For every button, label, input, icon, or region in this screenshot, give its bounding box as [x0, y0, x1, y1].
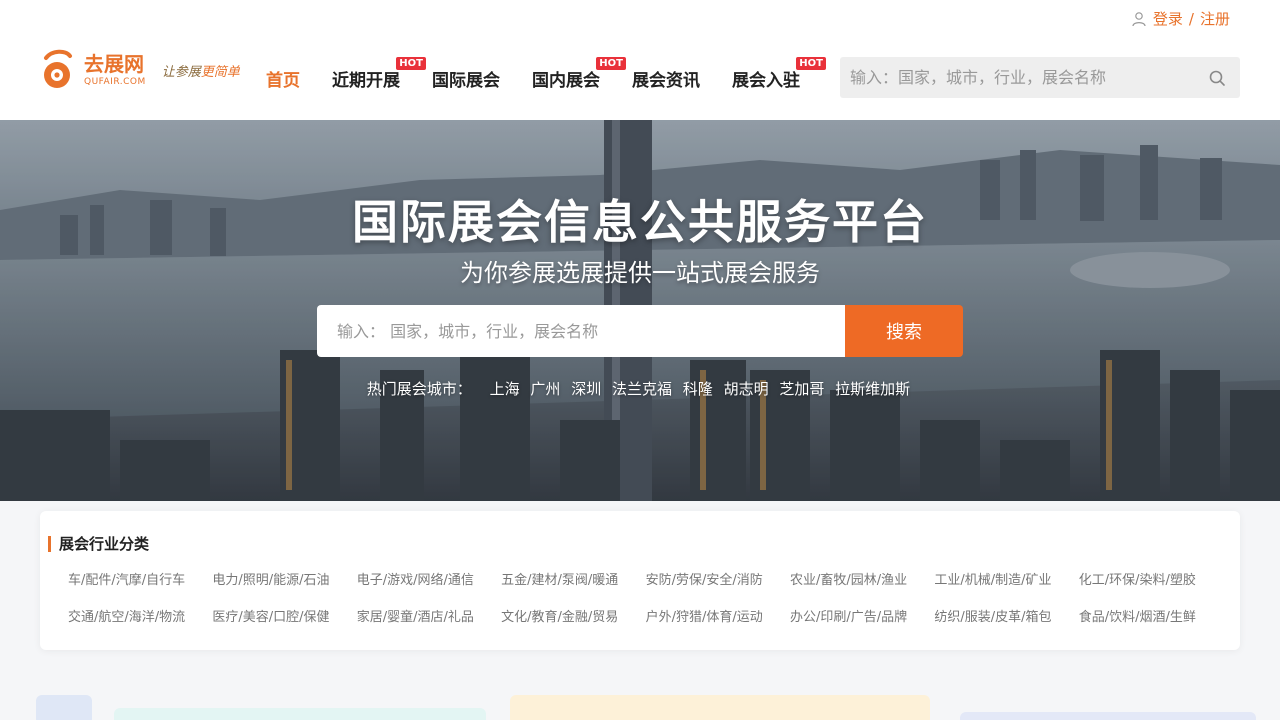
hot-city-link[interactable]: 胡志明 — [724, 380, 769, 398]
search-icon[interactable] — [1208, 69, 1226, 87]
category-link[interactable]: 纺织/服装/皮革/箱包 — [934, 606, 1078, 625]
hero-search-bar: 搜索 — [317, 305, 963, 357]
hot-badge: HOT — [796, 57, 826, 70]
nav-recent[interactable]: 近期开展 HOT — [332, 57, 426, 91]
hot-city-link[interactable]: 深圳 — [571, 380, 601, 398]
nav-home[interactable]: 首页 — [266, 66, 300, 91]
category-link[interactable]: 安防/劳保/安全/消防 — [646, 569, 790, 588]
hot-city-link[interactable]: 上海 — [490, 380, 520, 398]
nav-news[interactable]: 展会资讯 — [632, 66, 700, 91]
hot-city-link[interactable]: 科隆 — [683, 380, 713, 398]
hot-city-link[interactable]: 拉斯维加斯 — [835, 380, 910, 398]
hot-cities: 热门展会城市： 上海 广州 深圳 法兰克福 科隆 胡志明 芝加哥 拉斯维加斯 — [0, 378, 1280, 399]
category-link[interactable]: 医疗/美容/口腔/保健 — [212, 606, 356, 625]
nav-join[interactable]: 展会入驻 HOT — [732, 57, 826, 91]
hero-title: 国际展会信息公共服务平台 — [352, 195, 928, 249]
category-link[interactable]: 五金/建材/泵阀/暖通 — [501, 569, 645, 588]
nav-label: 展会资讯 — [632, 71, 700, 91]
nav-label: 国内展会 — [532, 71, 600, 91]
logo-name-en: QUFAIR.COM — [84, 76, 146, 87]
header-search — [840, 57, 1240, 98]
main-nav: 首页 近期开展 HOT 国际展会 国内展会 HOT 展会资讯 展会入驻 HOT — [266, 57, 832, 91]
category-link[interactable]: 家居/婴童/酒店/礼品 — [357, 606, 501, 625]
industry-category-card: 展会行业分类 车/配件/汽摩/自行车 电力/照明/能源/石油 电子/游戏/网络/… — [40, 511, 1240, 650]
category-grid: 车/配件/汽摩/自行车 电力/照明/能源/石油 电子/游戏/网络/通信 五金/建… — [68, 569, 1228, 625]
hero-subtitle: 为你参展选展提供一站式展会服务 — [460, 259, 820, 287]
category-link[interactable]: 工业/机械/制造/矿业 — [934, 569, 1078, 588]
search-button[interactable]: 搜索 — [845, 305, 963, 357]
hero-banner: 国际展会信息公共服务平台 为你参展选展提供一站式展会服务 搜索 热门展会城市： … — [0, 120, 1280, 501]
nav-international[interactable]: 国际展会 — [432, 66, 500, 91]
category-link[interactable]: 车/配件/汽摩/自行车 — [68, 569, 212, 588]
hot-city-link[interactable]: 广州 — [530, 380, 560, 398]
nav-domestic[interactable]: 国内展会 HOT — [532, 57, 626, 91]
nav-label: 近期开展 — [332, 71, 400, 91]
auth-separator: / — [1188, 9, 1194, 28]
category-link[interactable]: 电力/照明/能源/石油 — [212, 569, 356, 588]
logo-name-cn: 去展网 — [84, 51, 144, 76]
category-title: 展会行业分类 — [59, 535, 150, 553]
slogan: 让参展更简单 — [162, 61, 240, 80]
login-link[interactable]: 登录 — [1153, 8, 1183, 29]
section-card-peek — [960, 712, 1256, 720]
category-link[interactable]: 办公/印刷/广告/品牌 — [790, 606, 934, 625]
slogan-prefix: 让参展 — [161, 64, 201, 80]
header-search-input[interactable] — [850, 68, 1208, 87]
hot-cities-label: 热门展会城市： — [366, 380, 472, 398]
category-heading: 展会行业分类 — [48, 533, 149, 554]
category-link[interactable]: 交通/航空/海洋/物流 — [68, 606, 212, 625]
register-link[interactable]: 注册 — [1200, 8, 1230, 29]
header: 登录 / 注册 去展网 QUFAIR.COM 让参展更简单 首页 近期开展 HOT… — [0, 0, 1280, 120]
nav-label: 展会入驻 — [732, 71, 800, 91]
hot-city-link[interactable]: 芝加哥 — [779, 380, 824, 398]
category-link[interactable]: 电子/游戏/网络/通信 — [357, 569, 501, 588]
section-card-peek — [114, 708, 486, 720]
category-link[interactable]: 农业/畜牧/园林/渔业 — [790, 569, 934, 588]
category-link[interactable]: 化工/环保/染料/塑胶 — [1079, 569, 1223, 588]
logo-icon — [44, 49, 72, 88]
hero-search-input[interactable] — [317, 305, 845, 357]
category-link[interactable]: 户外/狩猎/体育/运动 — [646, 606, 790, 625]
nav-label: 国际展会 — [432, 71, 500, 91]
user-icon — [1132, 11, 1146, 26]
site-logo[interactable]: 去展网 QUFAIR.COM 让参展更简单 — [40, 48, 240, 92]
hot-city-link[interactable]: 法兰克福 — [612, 380, 672, 398]
category-link[interactable]: 文化/教育/金融/贸易 — [501, 606, 645, 625]
section-card-peek — [36, 695, 92, 720]
hot-badge: HOT — [596, 57, 626, 70]
auth-links: 登录 / 注册 — [1131, 8, 1230, 29]
category-link[interactable]: 食品/饮料/烟酒/生鲜 — [1079, 606, 1223, 625]
section-card-peek — [510, 695, 930, 720]
nav-label: 首页 — [266, 71, 300, 91]
hot-badge: HOT — [396, 57, 426, 70]
heading-accent-bar — [48, 535, 51, 552]
slogan-highlight: 更简单 — [200, 64, 240, 80]
